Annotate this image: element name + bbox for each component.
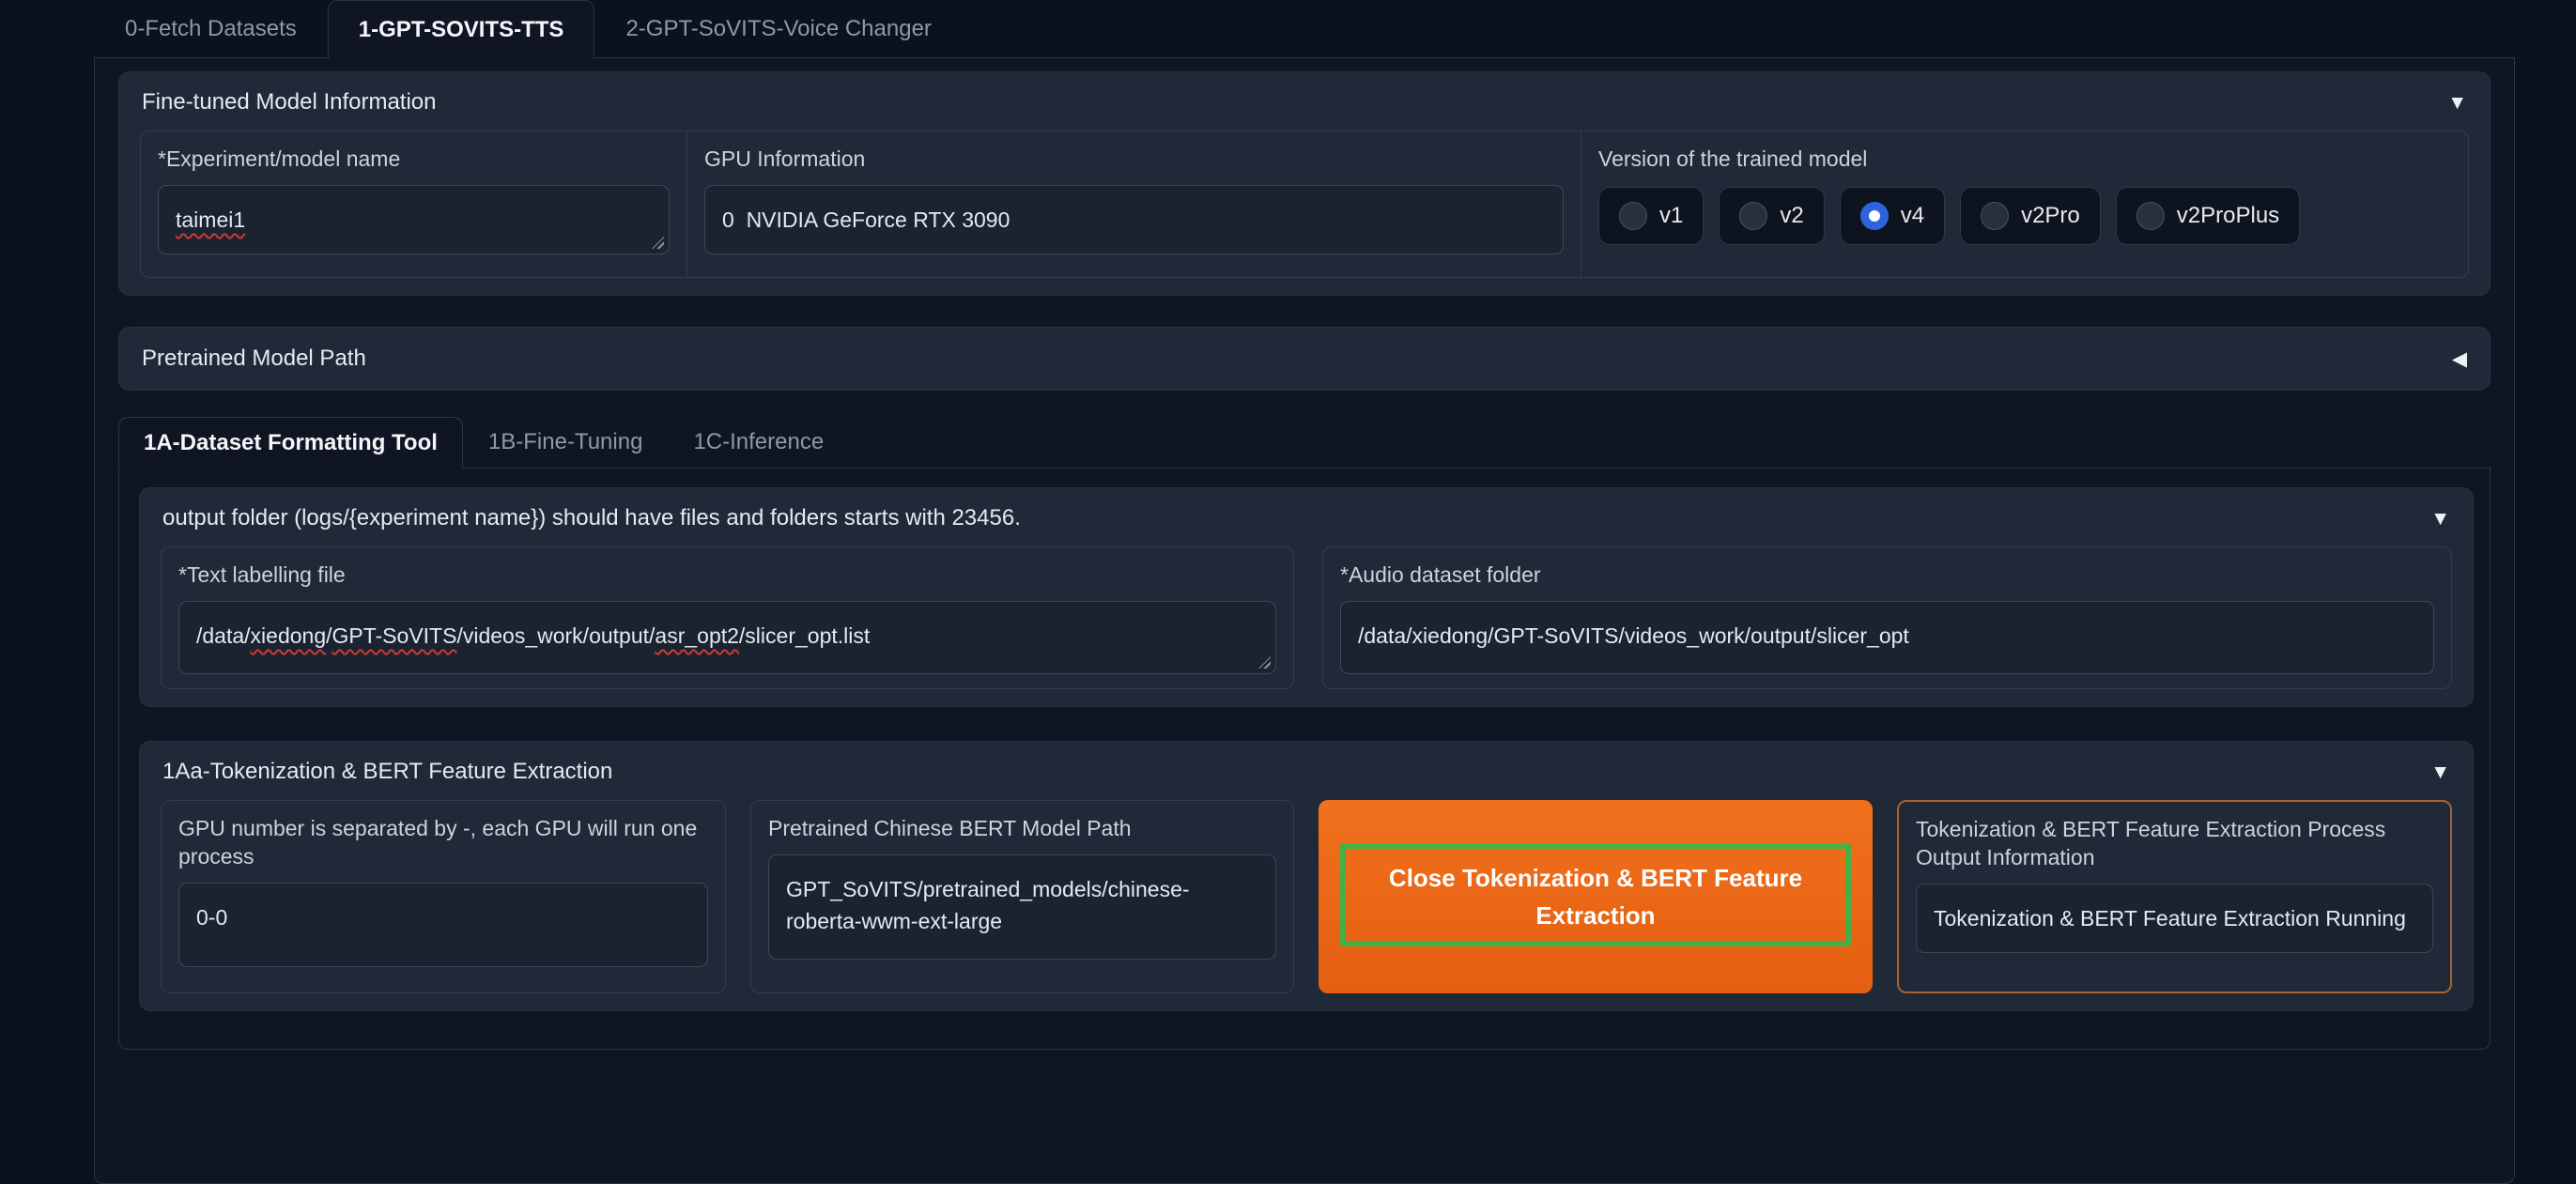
finetuned-form: *Experiment/model name taimei1 GPU Infor… — [140, 131, 2469, 278]
experiment-name-input[interactable]: taimei1 — [158, 185, 670, 254]
tab-inference[interactable]: 1C-Inference — [668, 417, 849, 468]
radio-v4[interactable]: v4 — [1840, 187, 1945, 245]
output-folder-group: output folder (logs/{experiment name}) s… — [139, 487, 2474, 707]
bert-path-label: Pretrained Chinese BERT Model Path — [768, 814, 1276, 842]
bert-path-input[interactable]: GPT_SoVITS/pretrained_models/chinese-rob… — [768, 854, 1276, 960]
model-version-field: Version of the trained model v1 v2 v4 — [1581, 131, 2468, 277]
tokenization-output-panel: Tokenization & BERT Feature Extraction P… — [1897, 800, 2452, 993]
finetuned-group-header[interactable]: Fine-tuned Model Information ▼ — [140, 85, 2469, 131]
sub-tab-bar: 1A-Dataset Formatting Tool 1B-Fine-Tunin… — [118, 417, 2491, 468]
tokenization-row: GPU number is separated by -, each GPU w… — [161, 800, 2452, 993]
radio-v2pro-label: v2Pro — [2021, 203, 2080, 229]
gpt-sovits-tts-panel: Fine-tuned Model Information ▼ *Experime… — [94, 57, 2515, 1184]
model-version-label: Version of the trained model — [1598, 145, 2451, 173]
bert-path-field: Pretrained Chinese BERT Model Path GPT_S… — [750, 800, 1294, 993]
close-tokenization-button-label: Close Tokenization & BERT Feature Extrac… — [1373, 859, 1818, 934]
close-tokenization-button[interactable]: Close Tokenization & BERT Feature Extrac… — [1319, 800, 1873, 993]
resize-handle[interactable] — [1258, 656, 1271, 669]
tab-gpt-sovits-tts[interactable]: 1-GPT-SOVITS-TTS — [328, 0, 595, 59]
radio-selected-icon — [1860, 202, 1889, 230]
radio-v4-label: v4 — [1901, 203, 1924, 229]
gpu-number-input[interactable]: 0-0 — [178, 883, 708, 967]
resize-handle[interactable] — [652, 237, 664, 249]
audio-dataset-input[interactable]: /data/xiedong/GPT-SoVITS/videos_work/out… — [1340, 601, 2434, 674]
text-labelling-input[interactable]: /data/xiedong/GPT-SoVITS/videos_work/out… — [178, 601, 1276, 674]
tokenization-header[interactable]: 1Aa-Tokenization & BERT Feature Extracti… — [161, 755, 2452, 800]
tab-voice-changer[interactable]: 2-GPT-SoVITS-Voice Changer — [594, 0, 962, 58]
audio-dataset-field: *Audio dataset folder /data/xiedong/GPT-… — [1322, 546, 2452, 689]
radio-circle-icon — [1739, 202, 1767, 230]
finetuned-group-title: Fine-tuned Model Information — [142, 89, 437, 115]
output-folder-title: output folder (logs/{experiment name}) s… — [162, 505, 1021, 531]
tokenization-title: 1Aa-Tokenization & BERT Feature Extracti… — [162, 759, 612, 785]
collapse-down-icon: ▼ — [2430, 509, 2450, 529]
pretrained-model-path-accordion[interactable]: Pretrained Model Path ◀ — [118, 327, 2491, 391]
experiment-name-field: *Experiment/model name taimei1 — [141, 131, 686, 277]
radio-v1-label: v1 — [1659, 203, 1683, 229]
main-tab-bar: 0-Fetch Datasets 1-GPT-SOVITS-TTS 2-GPT-… — [0, 0, 2576, 58]
model-version-radio-group: v1 v2 v4 v2Pro — [1598, 187, 2451, 245]
radio-v2proplus-label: v2ProPlus — [2177, 203, 2279, 229]
collapse-down-icon: ▼ — [2430, 762, 2450, 782]
pretrained-model-path-title: Pretrained Model Path — [142, 346, 366, 372]
collapse-left-icon: ◀ — [2452, 349, 2467, 369]
tokenization-output-label: Tokenization & BERT Feature Extraction P… — [1916, 815, 2433, 871]
radio-v2proplus[interactable]: v2ProPlus — [2116, 187, 2300, 245]
tokenization-group: 1Aa-Tokenization & BERT Feature Extracti… — [139, 741, 2474, 1011]
gpu-info-input[interactable]: 0 NVIDIA GeForce RTX 3090 — [704, 185, 1564, 254]
radio-circle-icon — [1981, 202, 2009, 230]
text-labelling-field: *Text labelling file /data/xiedong/GPT-S… — [161, 546, 1294, 689]
experiment-name-label: *Experiment/model name — [158, 145, 670, 173]
radio-circle-icon — [2136, 202, 2165, 230]
output-folder-row: *Text labelling file /data/xiedong/GPT-S… — [161, 546, 2452, 689]
gpu-info-label: GPU Information — [704, 145, 1564, 173]
radio-v2-label: v2 — [1780, 203, 1803, 229]
finetuned-model-info-group: Fine-tuned Model Information ▼ *Experime… — [118, 71, 2491, 296]
text-labelling-label: *Text labelling file — [178, 561, 1276, 589]
dataset-formatting-panel: output folder (logs/{experiment name}) s… — [118, 468, 2491, 1050]
gpu-info-field: GPU Information 0 NVIDIA GeForce RTX 309… — [686, 131, 1581, 277]
tab-fine-tuning[interactable]: 1B-Fine-Tuning — [463, 417, 669, 468]
collapse-down-icon: ▼ — [2447, 93, 2467, 113]
tokenization-output-text[interactable]: Tokenization & BERT Feature Extraction R… — [1916, 884, 2433, 953]
audio-dataset-label: *Audio dataset folder — [1340, 561, 2434, 589]
gpu-number-field: GPU number is separated by -, each GPU w… — [161, 800, 726, 993]
radio-v2pro[interactable]: v2Pro — [1960, 187, 2101, 245]
tab-dataset-formatting[interactable]: 1A-Dataset Formatting Tool — [118, 417, 463, 469]
gpu-number-label: GPU number is separated by -, each GPU w… — [178, 814, 708, 870]
radio-v2[interactable]: v2 — [1719, 187, 1824, 245]
tab-fetch-datasets[interactable]: 0-Fetch Datasets — [94, 0, 328, 58]
radio-circle-icon — [1619, 202, 1647, 230]
radio-v1[interactable]: v1 — [1598, 187, 1704, 245]
output-folder-header[interactable]: output folder (logs/{experiment name}) s… — [161, 501, 2452, 546]
